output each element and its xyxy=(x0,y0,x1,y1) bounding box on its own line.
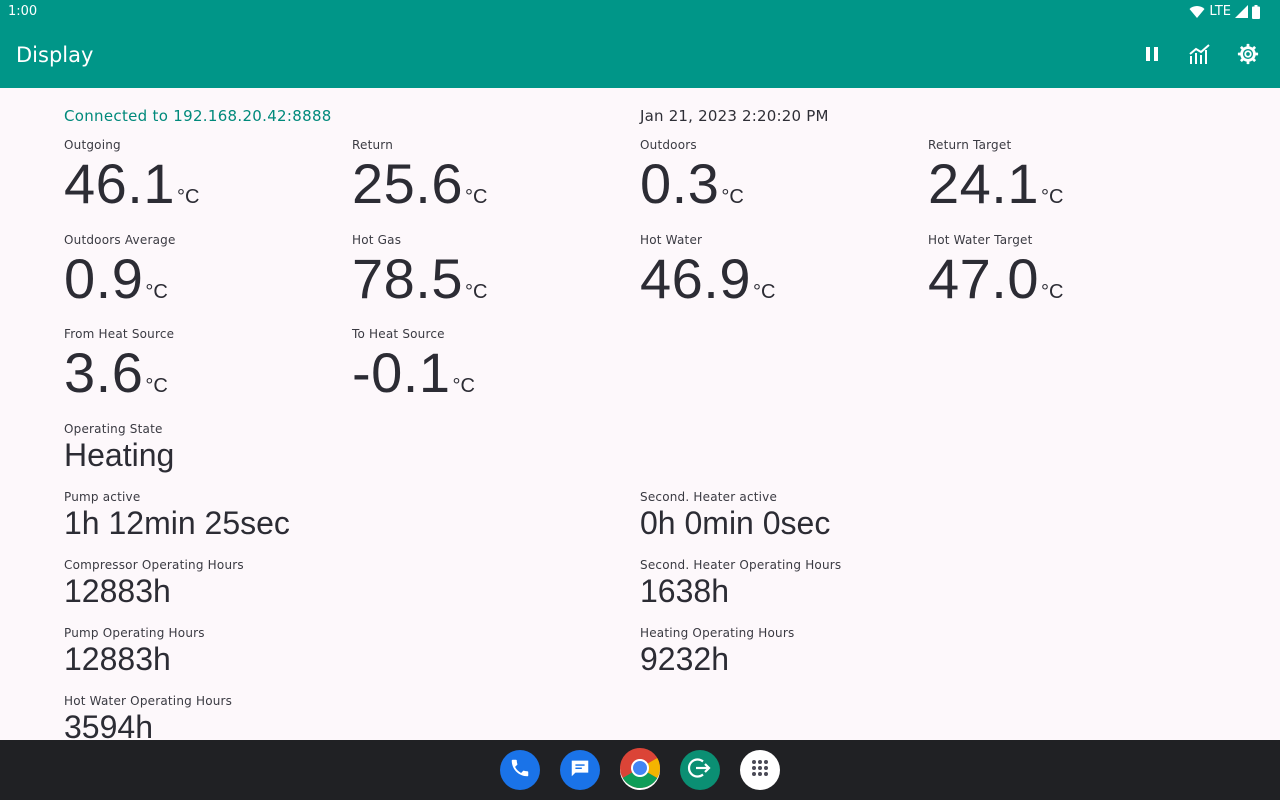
hot-gas-reading: Hot Gas 78.5 °C xyxy=(352,233,487,309)
status-bar: 1:00 LTE xyxy=(0,0,1280,24)
status-time: 1:00 xyxy=(8,4,38,19)
pump-active-value: 1h 12min 25sec xyxy=(64,505,290,541)
app-drawer[interactable] xyxy=(740,750,780,790)
operating-state: Operating State Heating xyxy=(64,422,174,473)
outdoors-reading: Outdoors 0.3 °C xyxy=(640,138,744,214)
settings-button[interactable] xyxy=(1236,43,1260,69)
outdoors-average-value: 0.9 xyxy=(64,247,144,310)
return-unit: °C xyxy=(465,186,488,208)
second-heater-hours-value: 1638h xyxy=(640,573,729,609)
from-heat-source-unit: °C xyxy=(145,375,168,397)
hot-water-hours: Hot Water Operating Hours 3594h xyxy=(64,694,232,740)
hot-water-target-unit: °C xyxy=(1041,281,1064,303)
chrome-app[interactable] xyxy=(620,748,660,792)
to-heat-source-value: -0.1 xyxy=(352,341,451,404)
chart-button[interactable] xyxy=(1188,44,1212,68)
network-type: LTE xyxy=(1209,4,1231,19)
heating-hours: Heating Operating Hours 9232h xyxy=(640,626,794,677)
hot-water-target-reading: Hot Water Target 47.0 °C xyxy=(928,233,1063,309)
messages-icon xyxy=(569,757,591,783)
navigation-dock xyxy=(0,740,1280,800)
to-heat-source-label: To Heat Source xyxy=(352,327,445,341)
to-heat-source-reading: To Heat Source -0.1 °C xyxy=(352,327,475,403)
outgoing-value: 46.1 xyxy=(64,152,175,215)
second-heater-active: Second. Heater active 0h 0min 0sec xyxy=(640,490,830,541)
pump-active: Pump active 1h 12min 25sec xyxy=(64,490,290,541)
pause-icon xyxy=(1145,46,1159,66)
phone-icon xyxy=(509,757,531,783)
app-drawer-icon xyxy=(750,758,770,782)
compressor-hours: Compressor Operating Hours 12883h xyxy=(64,558,244,609)
timestamp: Jan 21, 2023 2:20:20 PM xyxy=(640,107,829,125)
gear-icon xyxy=(1237,43,1259,69)
pump-active-label: Pump active xyxy=(64,490,141,504)
status-icons: LTE xyxy=(1189,4,1260,19)
outdoors-average-unit: °C xyxy=(145,281,168,303)
to-heat-source-unit: °C xyxy=(452,375,475,397)
from-heat-source-label: From Heat Source xyxy=(64,327,175,341)
outgoing-label: Outgoing xyxy=(64,138,121,152)
outdoors-average-reading: Outdoors Average 0.9 °C xyxy=(64,233,176,309)
second-heater-active-label: Second. Heater active xyxy=(640,490,778,504)
return-target-value: 24.1 xyxy=(928,152,1039,215)
hot-water-unit: °C xyxy=(753,281,776,303)
signal-icon xyxy=(1235,5,1248,18)
hot-water-reading: Hot Water 46.9 °C xyxy=(640,233,775,309)
operating-state-label: Operating State xyxy=(64,422,163,436)
pump-hours-label: Pump Operating Hours xyxy=(64,626,205,640)
hot-gas-value: 78.5 xyxy=(352,247,463,310)
exit-app[interactable] xyxy=(680,750,720,790)
return-value: 25.6 xyxy=(352,152,463,215)
return-target-label: Return Target xyxy=(928,138,1012,152)
display-content: Connected to 192.168.20.42:8888 Jan 21, … xyxy=(0,88,1280,740)
chrome-icon xyxy=(620,748,660,792)
return-reading: Return 25.6 °C xyxy=(352,138,487,214)
outdoors-unit: °C xyxy=(721,186,744,208)
return-target-reading: Return Target 24.1 °C xyxy=(928,138,1063,214)
outdoors-average-label: Outdoors Average xyxy=(64,233,176,247)
return-label: Return xyxy=(352,138,394,152)
from-heat-source-reading: From Heat Source 3.6 °C xyxy=(64,327,174,403)
heating-hours-value: 9232h xyxy=(640,641,729,677)
hot-water-label: Hot Water xyxy=(640,233,703,247)
wifi-icon xyxy=(1189,5,1205,18)
battery-icon xyxy=(1252,4,1260,19)
app-title: Display xyxy=(16,43,94,67)
pump-hours-value: 12883h xyxy=(64,641,171,677)
pause-button[interactable] xyxy=(1140,44,1164,68)
hot-gas-unit: °C xyxy=(465,281,488,303)
hot-water-target-value: 47.0 xyxy=(928,247,1039,310)
phone-app[interactable] xyxy=(500,750,540,790)
outgoing-reading: Outgoing 46.1 °C xyxy=(64,138,199,214)
hot-water-value: 46.9 xyxy=(640,247,751,310)
compressor-hours-value: 12883h xyxy=(64,573,171,609)
heating-hours-label: Heating Operating Hours xyxy=(640,626,795,640)
pump-hours: Pump Operating Hours 12883h xyxy=(64,626,205,677)
hot-water-hours-value: 3594h xyxy=(64,709,153,740)
second-heater-active-value: 0h 0min 0sec xyxy=(640,505,831,541)
connection-status: Connected to 192.168.20.42:8888 xyxy=(64,107,332,125)
outdoors-label: Outdoors xyxy=(640,138,697,152)
outdoors-value: 0.3 xyxy=(640,152,720,215)
second-heater-hours: Second. Heater Operating Hours 1638h xyxy=(640,558,841,609)
operating-state-value: Heating xyxy=(64,437,175,473)
compressor-hours-label: Compressor Operating Hours xyxy=(64,558,244,572)
return-target-unit: °C xyxy=(1041,186,1064,208)
outgoing-unit: °C xyxy=(177,186,200,208)
hot-water-target-label: Hot Water Target xyxy=(928,233,1033,247)
app-bar: Display xyxy=(0,24,1280,88)
messages-app[interactable] xyxy=(560,750,600,790)
chart-icon xyxy=(1189,44,1211,68)
exit-app-icon xyxy=(687,755,713,785)
from-heat-source-value: 3.6 xyxy=(64,341,144,404)
hot-water-hours-label: Hot Water Operating Hours xyxy=(64,694,233,708)
hot-gas-label: Hot Gas xyxy=(352,233,402,247)
second-heater-hours-label: Second. Heater Operating Hours xyxy=(640,558,842,572)
